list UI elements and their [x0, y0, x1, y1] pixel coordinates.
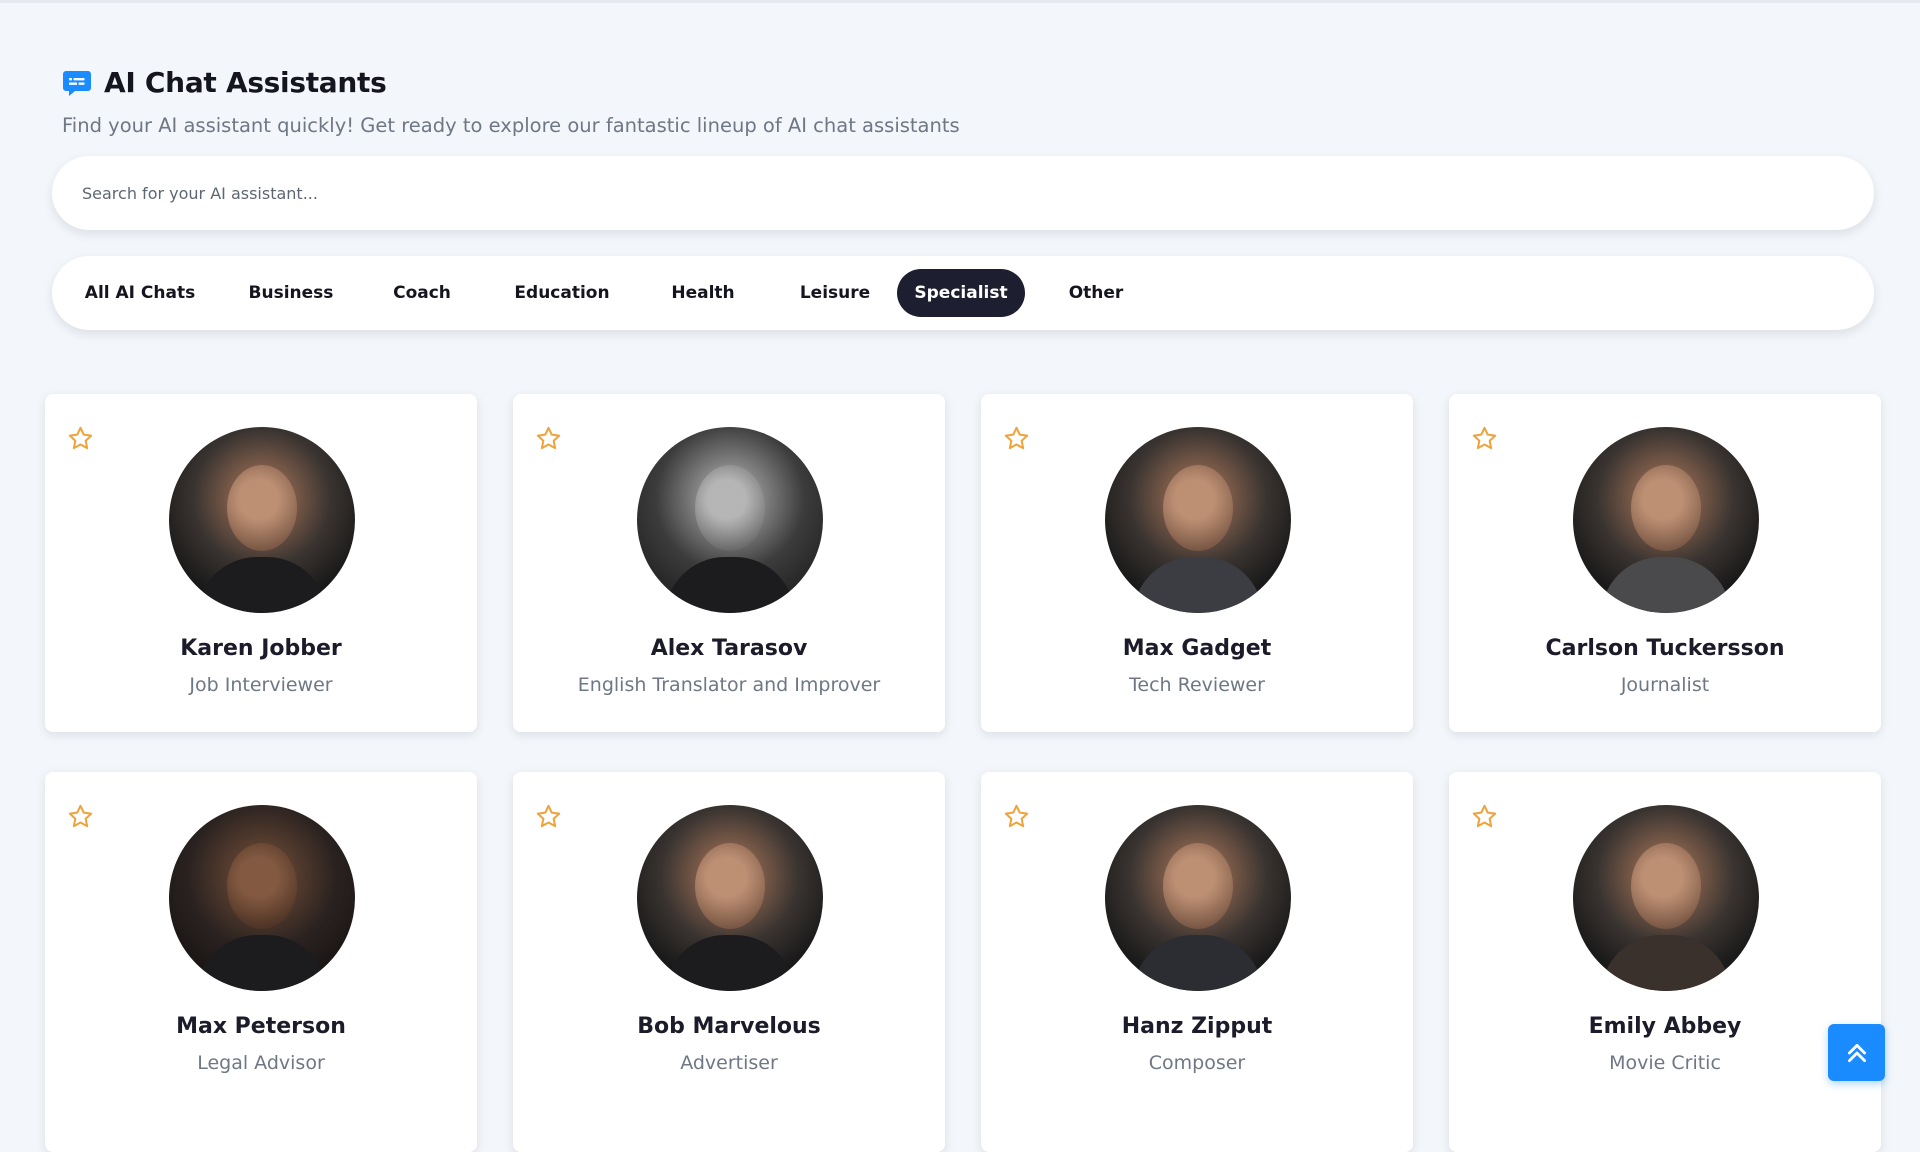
star-outline-icon[interactable] [535, 425, 562, 452]
assistant-card[interactable]: Bob Marvelous Advertiser [513, 772, 945, 1152]
tab-leisure[interactable]: Leisure [776, 269, 894, 317]
assistant-card[interactable]: Karen Jobber Job Interviewer [45, 394, 477, 732]
assistant-role: Composer [1148, 1052, 1246, 1074]
title-row: AI Chat Assistants [62, 66, 387, 99]
star-outline-icon[interactable] [1471, 803, 1498, 830]
avatar [1573, 427, 1759, 613]
page-title: AI Chat Assistants [104, 66, 387, 99]
assistant-role: English Translator and Improver [577, 674, 881, 696]
tab-coach[interactable]: Coach [368, 269, 476, 317]
tab-other[interactable]: Other [1042, 269, 1150, 317]
assistant-role: Job Interviewer [189, 674, 333, 696]
page-subtitle: Find your AI assistant quickly! Get read… [62, 114, 960, 137]
assistant-card[interactable]: Emily Abbey Movie Critic [1449, 772, 1881, 1152]
assistant-card[interactable]: Carlson Tuckersson Journalist [1449, 394, 1881, 732]
assistant-name: Max Gadget [1122, 636, 1272, 661]
tab-specialist[interactable]: Specialist [897, 269, 1025, 317]
star-outline-icon[interactable] [1003, 425, 1030, 452]
assistant-card[interactable]: Hanz Zipput Composer [981, 772, 1413, 1152]
assistant-name: Karen Jobber [180, 636, 342, 661]
assistant-card[interactable]: Max Gadget Tech Reviewer [981, 394, 1413, 732]
avatar [1573, 805, 1759, 991]
assistant-card[interactable]: Alex Tarasov English Translator and Impr… [513, 394, 945, 732]
assistant-card[interactable]: Max Peterson Legal Advisor [45, 772, 477, 1152]
assistant-name: Max Peterson [176, 1014, 346, 1039]
avatar [637, 805, 823, 991]
assistant-role: Journalist [1620, 674, 1710, 696]
tab-health[interactable]: Health [648, 269, 758, 317]
search-input[interactable] [80, 182, 1784, 204]
assistant-role: Advertiser [680, 1052, 778, 1074]
avatar [1105, 427, 1291, 613]
top-border [0, 0, 1920, 3]
tab-business[interactable]: Business [228, 269, 354, 317]
assistant-name: Alex Tarasov [650, 636, 808, 661]
avatar [637, 427, 823, 613]
assistant-role: Legal Advisor [197, 1052, 325, 1074]
tab-all-ai-chats[interactable]: All AI Chats [72, 269, 208, 317]
double-chevron-up-icon [1847, 1043, 1866, 1062]
chat-bubble-icon [63, 70, 91, 96]
star-outline-icon[interactable] [535, 803, 562, 830]
star-outline-icon[interactable] [67, 803, 94, 830]
avatar [169, 805, 355, 991]
category-tabs: All AI Chats Business Coach Education He… [52, 256, 1874, 330]
avatar [1105, 805, 1291, 991]
assistant-name: Bob Marvelous [637, 1014, 821, 1039]
assistant-name: Hanz Zipput [1121, 1014, 1273, 1039]
page-header: AI Chat Assistants [62, 66, 387, 99]
star-outline-icon[interactable] [1471, 425, 1498, 452]
star-outline-icon[interactable] [1003, 803, 1030, 830]
assistant-role: Tech Reviewer [1129, 674, 1265, 696]
assistant-name: Carlson Tuckersson [1545, 636, 1785, 661]
assistant-name: Emily Abbey [1588, 1014, 1742, 1039]
avatar [169, 427, 355, 613]
scroll-to-top-button[interactable] [1828, 1024, 1885, 1081]
search-bar [52, 156, 1874, 230]
star-outline-icon[interactable] [67, 425, 94, 452]
tab-education[interactable]: Education [492, 269, 632, 317]
assistant-role: Movie Critic [1609, 1052, 1721, 1074]
